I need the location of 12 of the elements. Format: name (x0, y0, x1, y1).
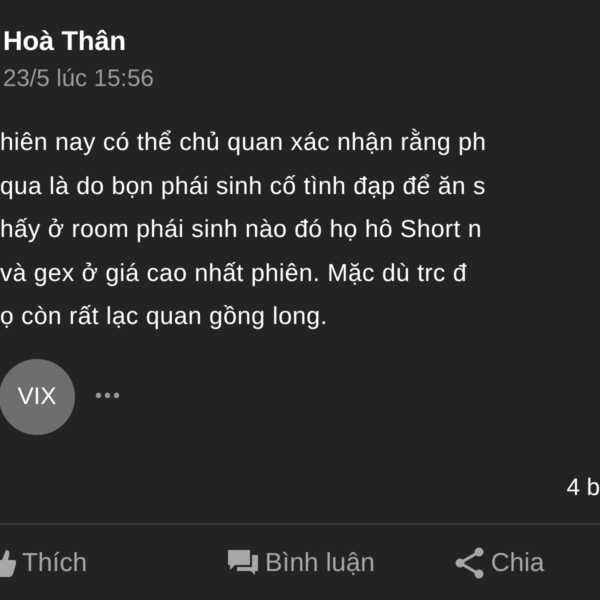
comment-button[interactable]: Bình luận (227, 547, 375, 578)
author-name[interactable]: Hoà Thân (3, 24, 600, 58)
comment-count[interactable]: 4 b (566, 472, 600, 502)
post-time[interactable]: 23/5 lúc 15:56 (3, 63, 600, 95)
tag-chip[interactable]: VIX (0, 358, 75, 434)
more-button[interactable]: ••• (95, 385, 122, 408)
comment-icon (227, 548, 260, 578)
like-button[interactable]: Thích (0, 547, 88, 578)
share-icon (454, 546, 485, 578)
share-button[interactable]: Chia (454, 546, 544, 578)
thumbs-up-icon (0, 548, 16, 578)
post-text: hiên nay có thể chủ quan xác nhận rằng ph qua là do bọn phái sinh cố tình đạp để ăn s hấy ở room phái sinh nào đó họ hô Short n và gex ở giá cao nhất phiên. Mặc dù trc đ ọ còn rất lạc quan gồng long. (0, 128, 488, 332)
